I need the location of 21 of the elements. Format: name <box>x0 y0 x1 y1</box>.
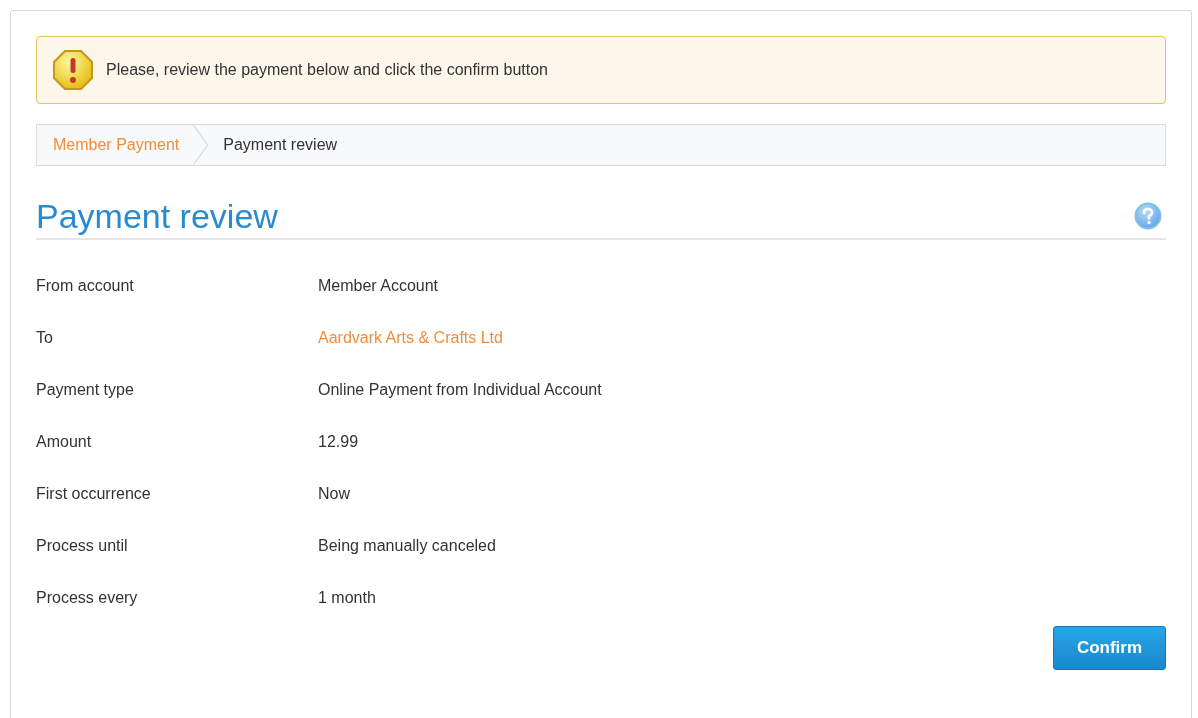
help-icon[interactable] <box>1134 202 1162 230</box>
field-label: Process every <box>36 588 139 608</box>
breadcrumb-link[interactable]: Member Payment <box>53 136 180 154</box>
breadcrumb-item: Payment review <box>223 136 338 154</box>
field-value: 12.99 <box>318 432 360 452</box>
field-link[interactable]: Aardvark Arts & Crafts Ltd <box>318 312 503 364</box>
field-value: Member Account <box>318 276 440 296</box>
field-value: 1 month <box>318 588 377 608</box>
field-value: Now <box>318 484 351 504</box>
field-label: To <box>36 328 54 348</box>
field-value: Being manually canceled <box>318 536 497 556</box>
field-label: Process until <box>36 536 129 556</box>
field-label: From account <box>36 276 135 296</box>
confirm-button[interactable]: Confirm <box>1053 626 1166 670</box>
page-title: Payment review <box>36 196 278 237</box>
notice-text: Please, review the payment below and click the confirm button <box>106 61 548 79</box>
field-label: First occurrence <box>36 484 152 504</box>
field-label: Amount <box>36 432 93 452</box>
field-value: Online Payment from Individual Account <box>318 380 603 400</box>
warning-icon <box>52 49 94 91</box>
field-label: Payment type <box>36 380 135 400</box>
